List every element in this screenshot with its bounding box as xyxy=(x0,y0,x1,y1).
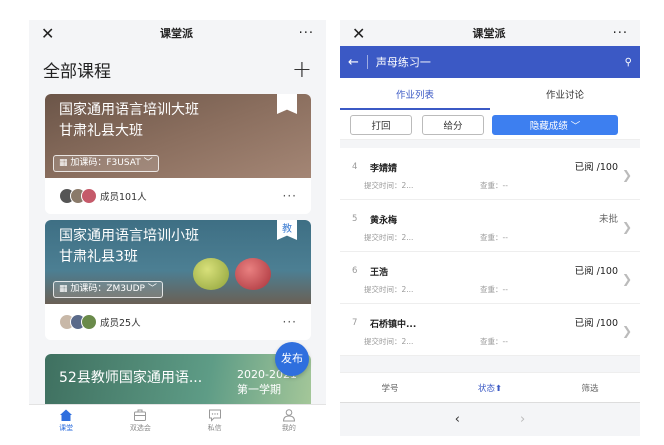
course-class: 甘肃礼县大班 xyxy=(59,123,143,139)
course-card[interactable]: 国家通用语言培训大班 甘肃礼县大班 ▦ 加课码：F3USAT ﹀ 成员101人 … xyxy=(45,94,311,214)
chevron-right-icon: ❯ xyxy=(621,168,632,182)
review-status: 未批 xyxy=(598,214,618,225)
submit-time: 提交时间：2... xyxy=(364,337,414,346)
qr-code-icon: ▦ xyxy=(59,158,71,168)
course-card[interactable]: 国家通用语言培训小班 甘肃礼县3班 教 ▦ 加课码：ZM3UDP ﹀ 成员25人 xyxy=(45,220,311,340)
duplicate-check: 查重：-- xyxy=(480,285,508,294)
bottom-tab-bar: 课堂 双选会 私信 我的 xyxy=(29,404,326,436)
hide-scores-button[interactable]: 隐藏成绩 ﹀ xyxy=(492,114,618,135)
tab-homework-discussion[interactable]: 作业讨论 xyxy=(490,78,640,110)
app-title: 课堂派 xyxy=(160,27,193,40)
course-name: 国家通用语言培训小班 xyxy=(59,228,199,244)
sort-bar: 学号 状态⬆ 筛选 xyxy=(340,372,640,402)
nav-back-icon[interactable]: ‹ xyxy=(455,412,460,427)
page-header: 全部课程 + xyxy=(29,46,326,92)
student-name: 黄永梅 xyxy=(370,216,398,226)
card-more-icon[interactable]: ··· xyxy=(283,189,297,203)
close-icon[interactable]: ✕ xyxy=(352,24,365,43)
avatar xyxy=(81,314,97,330)
duplicate-check: 查重：-- xyxy=(480,181,508,190)
avatar xyxy=(81,188,97,204)
app-title: 课堂派 xyxy=(472,27,506,40)
list-item[interactable]: 5 黄永梅 未批 提交时间：2... 查重：-- ❯ xyxy=(340,200,640,252)
submit-time: 提交时间：2... xyxy=(364,285,414,294)
submit-time: 提交时间：2... xyxy=(364,233,414,242)
member-count[interactable]: 成员25人 xyxy=(100,315,141,329)
chevron-down-icon: ﹀ xyxy=(144,284,157,294)
homework-header: ← 声母练习一 ⚲ xyxy=(340,46,640,78)
page-title: 全部课程 xyxy=(43,61,111,82)
student-number: 5 xyxy=(352,214,358,224)
join-code[interactable]: ▦ 加课码：ZM3UDP ﹀ xyxy=(53,281,163,298)
tab-job-fair[interactable]: 双选会 xyxy=(115,408,165,433)
nav-forward-icon[interactable]: › xyxy=(520,412,525,427)
qr-code-icon: ▦ xyxy=(59,284,71,294)
duplicate-check: 查重：-- xyxy=(480,233,508,242)
student-number: 4 xyxy=(352,162,358,172)
student-name: 王浩 xyxy=(370,268,389,278)
list-item[interactable]: 7 石桥镇中... 已阅 /100 提交时间：2... 查重：-- ❯ xyxy=(340,304,640,356)
member-avatars xyxy=(59,188,97,204)
course-card[interactable]: 52县教师国家通用语... 2020-2021 第一学期 xyxy=(45,354,311,404)
return-button[interactable]: 打回 xyxy=(350,114,412,135)
sort-by-id[interactable]: 学号 xyxy=(340,382,440,394)
briefcase-icon xyxy=(134,409,147,421)
message-icon xyxy=(208,409,221,422)
homework-tabs: 作业列表 作业讨论 xyxy=(340,78,640,110)
join-code[interactable]: ▦ 加课码：F3USAT ﹀ xyxy=(53,155,159,172)
titlebar: ✕ 课堂派 ··· xyxy=(340,20,640,46)
sort-by-status[interactable]: 状态⬆ xyxy=(440,382,540,394)
student-name: 李婧婧 xyxy=(370,164,398,174)
submit-time: 提交时间：2... xyxy=(364,181,414,190)
browser-nav: ‹ › xyxy=(340,402,640,436)
apples-image xyxy=(187,258,271,290)
course-banner[interactable]: 国家通用语言培训小班 甘肃礼县3班 教 ▦ 加课码：ZM3UDP ﹀ xyxy=(45,220,311,304)
student-number: 6 xyxy=(352,266,358,276)
member-count[interactable]: 成员101人 xyxy=(100,189,147,203)
homework-screen: ✕ 课堂派 ··· ← 声母练习一 ⚲ 作业列表 作业讨论 打回 给分 隐藏成绩… xyxy=(340,20,640,436)
tab-messages[interactable]: 私信 xyxy=(190,408,240,433)
card-footer: 成员101人 ··· xyxy=(45,178,311,214)
course-banner[interactable]: 52县教师国家通用语... 2020-2021 第一学期 xyxy=(45,354,311,404)
action-bar: 打回 给分 隐藏成绩 ﹀ xyxy=(340,110,640,140)
card-footer: 成员25人 ··· xyxy=(45,304,311,340)
back-arrow-icon[interactable]: ← xyxy=(348,55,359,70)
chevron-down-icon: ﹀ xyxy=(140,158,153,168)
member-avatars xyxy=(59,314,97,330)
grade-button[interactable]: 给分 xyxy=(422,114,484,135)
list-item[interactable]: 4 李婧婧 已阅 /100 提交时间：2... 查重：-- ❯ xyxy=(340,148,640,200)
tab-homework-list[interactable]: 作业列表 xyxy=(340,78,490,110)
close-icon[interactable]: ✕ xyxy=(41,24,54,43)
course-banner[interactable]: 国家通用语言培训大班 甘肃礼县大班 ▦ 加课码：F3USAT ﹀ xyxy=(45,94,311,178)
list-item[interactable]: 6 王浩 已阅 /100 提交时间：2... 查重：-- ❯ xyxy=(340,252,640,304)
chevron-right-icon: ❯ xyxy=(621,220,632,234)
card-more-icon[interactable]: ··· xyxy=(283,315,297,329)
more-menu-icon[interactable]: ··· xyxy=(299,26,314,41)
tab-mine[interactable]: 我的 xyxy=(264,408,314,433)
search-icon[interactable]: ⚲ xyxy=(625,57,632,68)
submission-list: 4 李婧婧 已阅 /100 提交时间：2... 查重：-- ❯ 5 黄永梅 未批… xyxy=(340,148,640,356)
review-status: 已阅 /100 xyxy=(574,266,618,277)
course-name: 国家通用语言培训大班 xyxy=(59,102,199,118)
divider xyxy=(366,55,368,69)
course-list-screen: ✕ 课堂派 ··· 全部课程 + 国家通用语言培训大班 甘肃礼县大班 ▦ 加课码… xyxy=(29,20,326,436)
review-status: 已阅 /100 xyxy=(574,318,618,329)
tab-classroom[interactable]: 课堂 xyxy=(41,408,91,433)
filter-button[interactable]: 筛选 xyxy=(540,382,640,394)
homework-title: 声母练习一 xyxy=(375,56,431,69)
add-course-button[interactable]: + xyxy=(292,55,312,83)
home-icon xyxy=(60,409,73,421)
student-number: 7 xyxy=(352,318,358,328)
duplicate-check: 查重：-- xyxy=(480,337,508,346)
titlebar: ✕ 课堂派 ··· xyxy=(29,20,326,46)
chevron-right-icon: ❯ xyxy=(621,324,632,338)
publish-button[interactable]: 发布 xyxy=(275,342,309,376)
user-icon xyxy=(282,409,295,422)
chevron-right-icon: ❯ xyxy=(621,272,632,286)
student-name: 石桥镇中... xyxy=(370,320,417,330)
more-menu-icon[interactable]: ··· xyxy=(613,26,628,41)
review-status: 已阅 /100 xyxy=(574,162,618,173)
